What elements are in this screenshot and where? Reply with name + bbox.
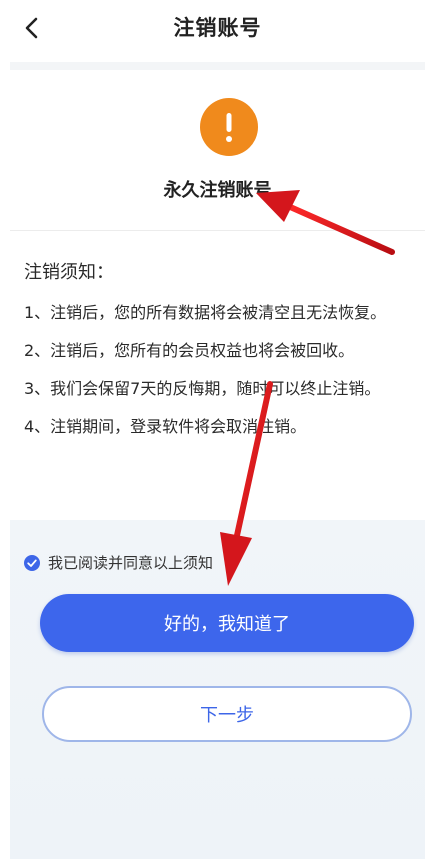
agreement-checkbox[interactable]: 我已阅读并同意以上须知	[24, 552, 213, 573]
next-step-button[interactable]: 下一步	[42, 686, 412, 742]
notice-title: 注销须知：	[24, 262, 114, 283]
exclamation-icon	[200, 98, 258, 156]
header: 注销账号	[0, 0, 435, 58]
header-divider	[10, 62, 425, 70]
confirm-button[interactable]: 好的，我知道了	[40, 594, 414, 652]
notice-item: 3、我们会保留7天的反悔期，随时可以终止注销。	[24, 379, 381, 398]
agreement-label: 我已阅读并同意以上须知	[48, 554, 214, 572]
warning-title: 永久注销账号	[163, 180, 272, 201]
page: 注销账号 永久注销账号 注销须知： 1、注销后，您的所有数据将会被清空且无法恢复…	[0, 0, 435, 859]
notice-item: 1、注销后，您的所有数据将会被清空且无法恢复。	[24, 303, 387, 322]
notice-item: 2、注销后，您所有的会员权益也将会被回收。	[24, 341, 355, 360]
notice-section: 注销须知： 1、注销后，您的所有数据将会被清空且无法恢复。 2、注销后，您所有的…	[24, 258, 419, 454]
check-circle-icon[interactable]	[24, 554, 40, 571]
page-title: 注销账号	[173, 16, 262, 40]
notice-item: 4、注销期间，登录软件将会取消注销。	[24, 417, 307, 436]
section-divider	[10, 230, 425, 231]
